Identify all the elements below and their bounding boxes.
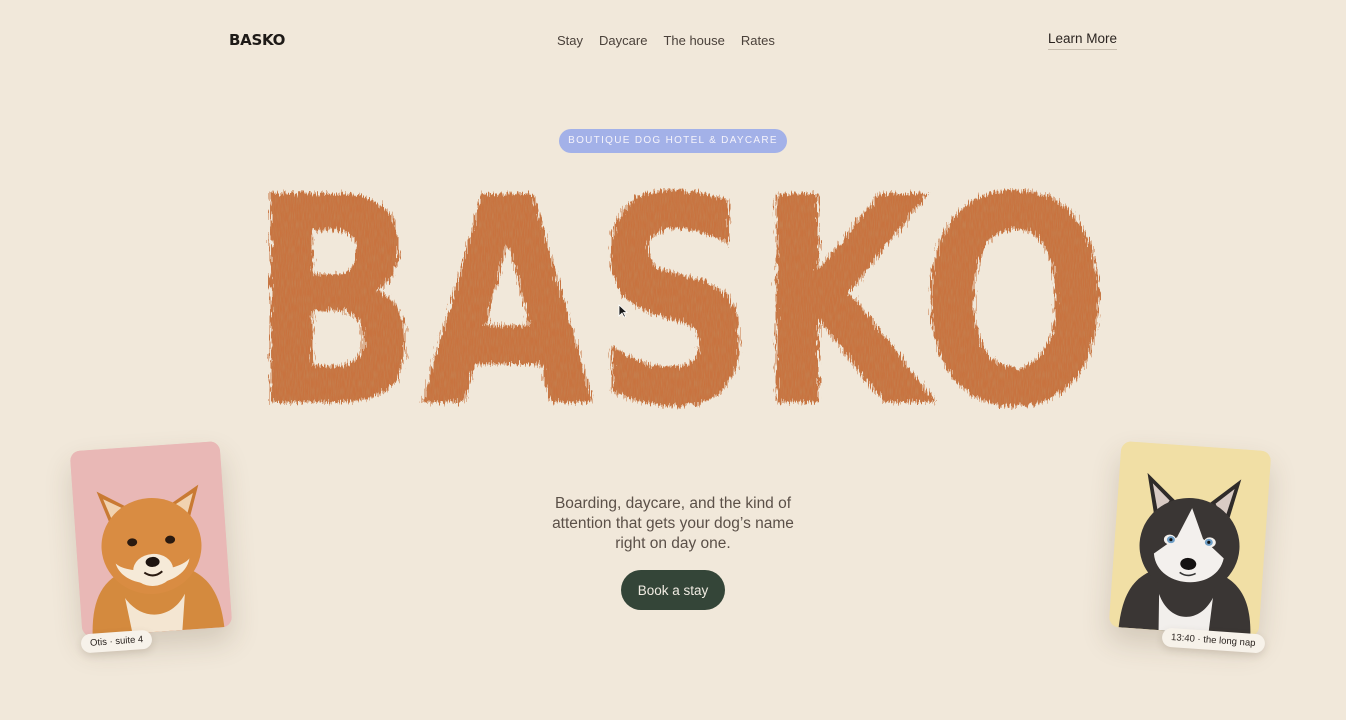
hero-title: BASKO: [250, 188, 1110, 413]
photo-card-right: [1108, 440, 1272, 638]
nav-item-stay[interactable]: Stay: [557, 33, 583, 49]
photo-card-left: [69, 440, 233, 638]
main-nav: Stay Daycare The house Rates: [557, 33, 775, 49]
learn-more-link[interactable]: Learn More: [1047, 31, 1117, 50]
book-stay-button[interactable]: Book a stay: [621, 570, 725, 610]
husky-dog-icon: [1108, 440, 1272, 638]
nav-item-the-house[interactable]: The house: [663, 33, 724, 49]
mouse-cursor-icon: [618, 304, 629, 323]
shiba-dog-icon: [69, 440, 233, 638]
landing-page: BASKO Stay Daycare The house Rates Learn…: [0, 0, 1346, 720]
hero-badge: BOUTIQUE DOG HOTEL & DAYCARE: [559, 129, 787, 153]
hero-tagline: Boarding, daycare, and the kind of atten…: [552, 494, 794, 552]
nav-item-daycare[interactable]: Daycare: [599, 33, 647, 49]
brand-logo[interactable]: BASKO: [229, 31, 285, 49]
nav-item-rates[interactable]: Rates: [741, 33, 775, 49]
hero-title-text: BASKO: [250, 188, 1110, 413]
card-caption-left: Otis · suite 4: [80, 629, 153, 654]
